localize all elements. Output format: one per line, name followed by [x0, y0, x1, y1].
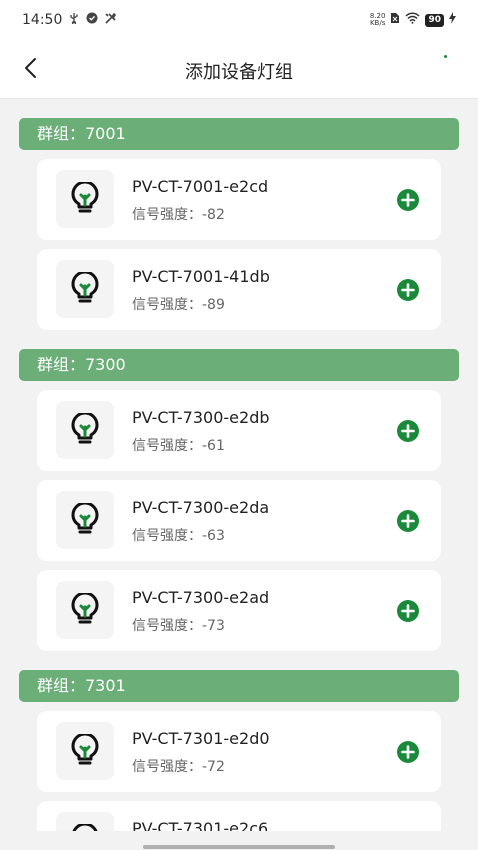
add-device-button[interactable]: [396, 830, 420, 831]
bulb-icon: [56, 722, 114, 780]
status-right: 8.20 KB/s 90: [370, 12, 456, 28]
add-device-button[interactable]: [396, 278, 420, 302]
device-card[interactable]: PV-CT-7300-e2ad 信号强度：-73: [37, 570, 441, 651]
add-device-button[interactable]: [396, 188, 420, 212]
status-bar: 14:50 8.20 KB/s 90: [0, 0, 478, 40]
bulb-icon: [56, 812, 114, 831]
wifi-icon: [405, 12, 421, 28]
plus-circle-icon: [396, 830, 420, 831]
device-signal: 信号强度：-61: [132, 438, 225, 454]
group-header-7301: 群组：7301: [19, 670, 459, 702]
device-card[interactable]: PV-CT-7301-e2c6: [37, 801, 441, 831]
plus-circle-icon: [397, 510, 419, 532]
device-name: PV-CT-7300-e2db: [132, 408, 270, 427]
add-device-button[interactable]: [396, 419, 420, 443]
device-card[interactable]: PV-CT-7300-e2da 信号强度：-63: [37, 480, 441, 561]
header-indicator-dot: [444, 55, 447, 58]
bulb-icon: [56, 170, 114, 228]
plus-circle-icon: [397, 741, 419, 763]
usb-icon: [68, 12, 80, 28]
bulb-icon: [56, 491, 114, 549]
add-device-button[interactable]: [396, 509, 420, 533]
app-header: 添加设备灯组: [0, 40, 478, 99]
device-name: PV-CT-7001-41db: [132, 267, 270, 286]
device-signal: 信号强度：-89: [132, 297, 225, 313]
charging-icon: [449, 12, 456, 28]
plus-circle-icon: [397, 420, 419, 442]
device-card[interactable]: PV-CT-7300-e2db 信号强度：-61: [37, 390, 441, 471]
device-name: PV-CT-7301-e2c6: [132, 819, 269, 831]
plus-circle-icon: [397, 189, 419, 211]
device-card[interactable]: PV-CT-7001-41db 信号强度：-89: [37, 249, 441, 330]
bulb-icon: [56, 260, 114, 318]
device-signal: 信号强度：-63: [132, 528, 225, 544]
plus-circle-icon: [397, 600, 419, 622]
device-name: PV-CT-7300-e2da: [132, 498, 270, 517]
device-name: PV-CT-7300-e2ad: [132, 588, 270, 607]
group-header-7001: 群组：7001: [19, 118, 459, 150]
device-name: PV-CT-7001-e2cd: [132, 177, 269, 196]
tools-icon: [104, 12, 117, 29]
add-device-button[interactable]: [396, 599, 420, 623]
device-signal: 信号强度：-73: [132, 618, 225, 634]
battery-icon: 90: [425, 13, 444, 27]
group-header-7300: 群组：7300: [19, 349, 459, 381]
bulb-icon: [56, 581, 114, 639]
page-title: 添加设备灯组: [185, 62, 293, 83]
home-indicator[interactable]: [143, 845, 335, 849]
net-speed-unit: KB/s: [369, 19, 386, 27]
bulb-icon: [56, 401, 114, 459]
sim-icon: [390, 12, 400, 28]
add-device-button[interactable]: [396, 740, 420, 764]
net-speed: 8.20 KB/s: [370, 13, 386, 27]
plus-circle-icon: [397, 279, 419, 301]
device-name: PV-CT-7301-e2d0: [132, 729, 270, 748]
device-signal: 信号强度：-72: [132, 759, 225, 775]
device-card[interactable]: PV-CT-7001-e2cd 信号强度：-82: [37, 159, 441, 240]
status-left: 14:50: [22, 12, 117, 29]
status-time: 14:50: [22, 12, 63, 28]
device-group-list[interactable]: 群组：7001 PV-CT-7001-e2cd 信号强度：-82 PV-CT-7…: [0, 99, 478, 831]
check-badge-icon: [86, 12, 98, 28]
device-card[interactable]: PV-CT-7301-e2d0 信号强度：-72: [37, 711, 441, 792]
device-signal: 信号强度：-82: [132, 207, 225, 223]
